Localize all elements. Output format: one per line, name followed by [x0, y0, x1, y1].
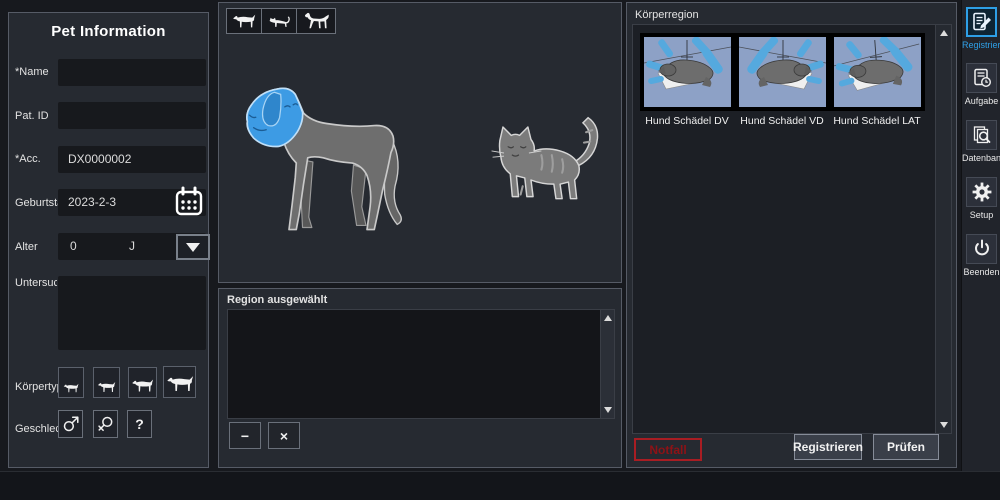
exam-textarea[interactable] — [58, 276, 206, 350]
species-dog-button[interactable] — [226, 8, 262, 34]
cat-icon — [267, 13, 291, 29]
task-tile[interactable] — [966, 63, 997, 93]
female-icon — [95, 413, 117, 435]
close-icon: × — [280, 428, 288, 444]
database-tile[interactable] — [966, 120, 997, 150]
remove-region-button[interactable]: − — [229, 422, 261, 449]
age-label: Alter — [15, 241, 38, 253]
acc-input[interactable]: DX0000002 — [58, 146, 206, 173]
register-tile[interactable] — [966, 7, 997, 37]
chevron-down-icon — [186, 243, 200, 252]
dog-small-icon — [63, 382, 79, 394]
thumbnail-caption: Hund Schädel VD — [732, 115, 832, 127]
region-list-scrollbar[interactable] — [600, 310, 614, 418]
cat-figure[interactable] — [477, 109, 612, 224]
region-selected-list[interactable] — [227, 309, 615, 419]
thumbnail-hund-schaedel-vd[interactable]: Hund Schädel VD — [735, 33, 832, 127]
bodytype-small-button[interactable] — [58, 367, 84, 398]
scroll-down-icon[interactable] — [940, 422, 948, 428]
positioning-diagram-dv — [640, 33, 735, 111]
register-button[interactable]: Registrieren — [794, 434, 862, 460]
bodytype-medium-button[interactable] — [93, 367, 120, 398]
scroll-up-icon[interactable] — [940, 30, 948, 36]
pat-id-input[interactable] — [58, 102, 206, 129]
species-horse-button[interactable] — [296, 8, 336, 34]
body-region-panel: Körperregion Hund Schädel DV Hund Schäde… — [626, 2, 957, 468]
region-selected-panel: Region ausgewählt − × — [218, 288, 622, 468]
bodytype-xlarge-button[interactable] — [163, 366, 196, 398]
pat-id-label: Pat. ID — [15, 110, 49, 122]
thumbnail-caption: Hund Schädel LAT — [827, 115, 927, 127]
check-button[interactable]: Prüfen — [873, 434, 939, 460]
dog-figure[interactable] — [237, 61, 419, 238]
sidebar-nav: Registrieren Aufgabe — [961, 0, 1000, 471]
name-label: *Name — [15, 66, 49, 78]
body-region-list[interactable]: Hund Schädel DV Hund Schädel VD Hund Sch… — [632, 24, 952, 434]
scroll-down-icon[interactable] — [604, 407, 612, 413]
age-unit-dropdown[interactable] — [176, 234, 210, 260]
clear-region-button[interactable]: × — [268, 422, 300, 449]
acc-label: *Acc. — [15, 153, 41, 165]
register-form-icon — [971, 11, 993, 33]
body-region-label: Körperregion — [635, 9, 699, 21]
question-icon: ? — [135, 416, 144, 432]
thumbnail-hund-schaedel-dv[interactable]: Hund Schädel DV — [640, 33, 737, 127]
male-icon — [60, 413, 82, 435]
thumbnail-caption: Hund Schädel DV — [637, 115, 737, 127]
database-search-icon — [971, 124, 993, 146]
name-input[interactable] — [58, 59, 206, 86]
panel-title: Pet Information — [9, 23, 208, 40]
exam-label: Untersuchung — [15, 277, 57, 289]
animal-figure-panel — [218, 2, 622, 283]
dog-icon — [232, 12, 256, 30]
body-region-scrollbar[interactable] — [935, 25, 951, 433]
pet-information-panel: Pet Information *Name Pat. ID *Acc. DX00… — [8, 12, 209, 468]
setup-tile[interactable] — [966, 177, 997, 207]
dog-large-icon — [131, 377, 154, 394]
positioning-diagram-lat — [830, 33, 925, 111]
dog-medium-icon — [97, 380, 116, 394]
emergency-button[interactable]: Notfall — [634, 438, 702, 461]
positioning-diagram-vd — [735, 33, 830, 111]
species-cat-button[interactable] — [261, 8, 297, 34]
bodytype-label: Körpertyp — [15, 381, 63, 393]
calendar-icon[interactable] — [171, 184, 207, 220]
power-icon — [970, 237, 994, 261]
gender-male-button[interactable] — [58, 410, 83, 438]
gear-icon — [970, 180, 994, 204]
horse-icon — [302, 10, 330, 32]
application-window: Pet Information *Name Pat. ID *Acc. DX00… — [0, 0, 1000, 500]
gender-unknown-button[interactable]: ? — [127, 410, 152, 438]
status-bar — [0, 471, 1000, 500]
exit-tile[interactable] — [966, 234, 997, 264]
gender-female-button[interactable] — [93, 410, 118, 438]
thumbnail-hund-schaedel-lat[interactable]: Hund Schädel LAT — [830, 33, 927, 127]
bodytype-large-button[interactable] — [128, 367, 157, 398]
task-list-icon — [971, 67, 993, 89]
region-selected-label: Region ausgewählt — [227, 294, 327, 306]
minus-icon: − — [241, 428, 249, 444]
dog-xlarge-icon — [166, 373, 194, 394]
scroll-up-icon[interactable] — [604, 315, 612, 321]
